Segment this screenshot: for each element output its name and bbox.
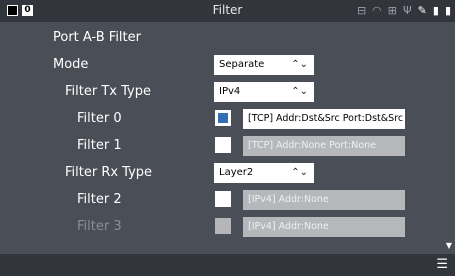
edit-icon: ✎ [417, 4, 427, 17]
wifi-icon: ◠ [372, 4, 382, 17]
filter3-checkbox [215, 218, 231, 234]
filter2-row: Filter 2 [IPv4] Addr:None [0, 188, 455, 212]
rx-type-label: Filter Rx Type [65, 165, 153, 180]
chevron-updown-icon: ⌃⌄ [291, 167, 308, 178]
section-header: Port A-B Filter [0, 26, 455, 50]
mode-select[interactable]: Separate ⌃⌄ [214, 55, 314, 75]
network-icon: ⊞ [387, 4, 397, 17]
status-icons: ⊟ ◠ ⊞ Ψ ✎ ▮ ▮ [357, 3, 451, 19]
filter2-checkbox[interactable] [215, 191, 231, 207]
ethernet-icon: ⊟ [356, 4, 367, 17]
filter0-field[interactable]: [TCP] Addr:Dst&Src Port:Dst&Src [243, 109, 405, 129]
mode-row: Mode Separate ⌃⌄ [0, 53, 455, 77]
mode-value: Separate [219, 59, 265, 70]
section-title: Port A-B Filter [53, 30, 141, 45]
filter1-row: Filter 1 [TCP] Addr:None Port:None [0, 134, 455, 158]
battery-icon: ▮ [444, 4, 451, 17]
usb-icon: Ψ [402, 4, 412, 17]
chevron-updown-icon: ⌃⌄ [291, 86, 308, 97]
filter3-field: [IPv4] Addr:None [243, 217, 405, 237]
filter0-checkbox[interactable] [215, 110, 231, 126]
filter2-label: Filter 2 [77, 192, 122, 207]
tx-type-select[interactable]: IPv4 ⌃⌄ [214, 82, 314, 102]
filter3-label: Filter 3 [77, 219, 122, 234]
filter2-field[interactable]: [IPv4] Addr:None [243, 190, 405, 210]
filter1-field[interactable]: [TCP] Addr:None Port:None [243, 136, 405, 156]
rx-type-value: Layer2 [219, 167, 254, 178]
rx-type-select[interactable]: Layer2 ⌃⌄ [214, 163, 314, 183]
sd-card-icon: ▮ [432, 4, 439, 17]
scroll-down-icon[interactable]: ▼ [446, 241, 452, 250]
menu-icon[interactable]: ☰ [436, 257, 448, 273]
filter1-label: Filter 1 [77, 138, 122, 153]
tx-type-row: Filter Tx Type IPv4 ⌃⌄ [0, 80, 455, 104]
mode-label: Mode [53, 57, 89, 72]
tx-type-value: IPv4 [219, 86, 241, 97]
tx-type-label: Filter Tx Type [65, 84, 151, 99]
chevron-updown-icon: ⌃⌄ [291, 59, 308, 70]
filter0-label: Filter 0 [77, 111, 122, 126]
filter1-checkbox[interactable] [215, 137, 231, 153]
filter0-row: Filter 0 [TCP] Addr:Dst&Src Port:Dst&Src [0, 107, 455, 131]
filter3-row: Filter 3 [IPv4] Addr:None [0, 215, 455, 239]
filter-settings-panel: Port A-B Filter Mode Separate ⌃⌄ Filter … [0, 22, 455, 254]
bottom-bar: ☰ [0, 254, 455, 276]
rx-type-row: Filter Rx Type Layer2 ⌃⌄ [0, 161, 455, 185]
top-status-bar: 0 Filter ⊟ ◠ ⊞ Ψ ✎ ▮ ▮ [0, 0, 455, 22]
